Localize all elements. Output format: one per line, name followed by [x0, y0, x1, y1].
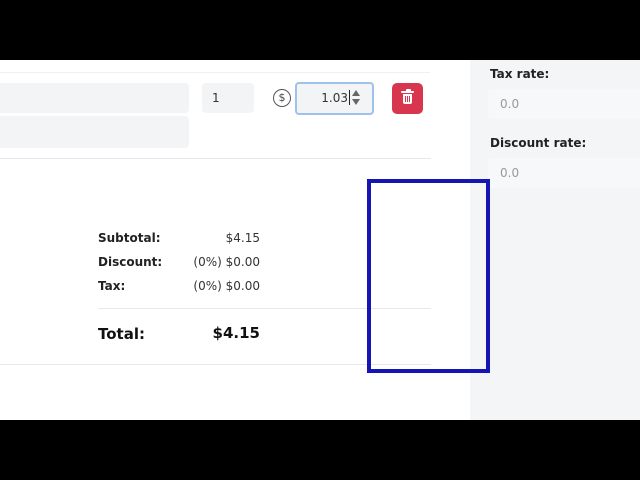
letterbox-bottom: [0, 420, 640, 480]
invoice-editor: 1 $ 1.03 Subtotal: $4.15 Discount: (0%) …: [0, 60, 640, 420]
trash-icon: [401, 89, 414, 105]
annotation-highlight-box: [367, 179, 490, 373]
price-stepper[interactable]: [351, 90, 360, 108]
item-name-input[interactable]: [0, 83, 189, 113]
item-description-input[interactable]: [0, 116, 189, 148]
dollar-icon: $: [273, 89, 291, 107]
discount-rate-label: Discount rate:: [490, 136, 587, 150]
tax-label: Tax:: [98, 279, 126, 293]
subtotal-label: Subtotal:: [98, 231, 161, 245]
tax-value: (0%) $0.00: [193, 279, 260, 293]
quantity-input[interactable]: 1: [202, 83, 254, 113]
delete-item-button[interactable]: [392, 83, 423, 114]
subtotal-value: $4.15: [225, 231, 260, 245]
stepper-down-icon[interactable]: [351, 99, 360, 105]
discount-label: Discount:: [98, 255, 163, 269]
discount-value: (0%) $0.00: [193, 255, 260, 269]
discount-rate-input[interactable]: 0.0: [488, 158, 640, 188]
tax-rate-label: Tax rate:: [490, 67, 550, 81]
unit-price-input[interactable]: 1.03: [295, 82, 374, 115]
table-top-divider: [0, 72, 430, 73]
letterbox-top: [0, 0, 640, 60]
text-cursor: [349, 90, 350, 105]
total-value: $4.15: [212, 324, 260, 342]
stepper-up-icon[interactable]: [351, 90, 360, 96]
items-divider: [0, 158, 431, 159]
tax-rate-input[interactable]: 0.0: [488, 89, 640, 119]
total-label: Total:: [98, 325, 145, 343]
invoice-settings-sidebar: Tax rate: 0.0 Discount rate: 0.0: [470, 60, 640, 420]
unit-price-value: 1.03: [321, 91, 348, 105]
